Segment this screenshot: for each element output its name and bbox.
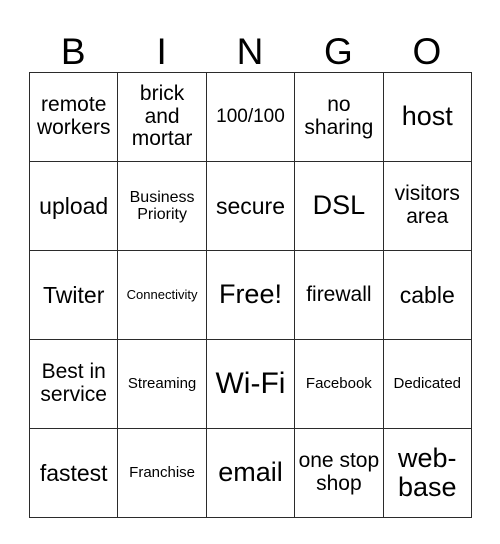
bingo-cell[interactable]: Connectivity — [117, 250, 207, 340]
bingo-cell[interactable]: DSL — [294, 161, 384, 251]
bingo-cell[interactable]: 100/100 — [205, 72, 296, 162]
bingo-cell-label: Facebook — [305, 374, 372, 392]
bingo-cell[interactable]: cable — [382, 250, 472, 340]
bingo-cell-label: web-base — [397, 442, 457, 502]
bingo-header-letter-g: G — [324, 31, 353, 72]
bingo-cell-label: Free! — [218, 279, 282, 310]
bingo-cell[interactable]: no sharing — [294, 72, 384, 162]
bingo-cell-label: DSL — [312, 190, 366, 221]
bingo-cell-label: cable — [399, 281, 455, 308]
bingo-cell[interactable]: remote workers — [28, 72, 119, 162]
bingo-cell[interactable]: secure — [205, 161, 296, 251]
bingo-card: B I N G O remote workers brick and morta… — [28, 8, 472, 518]
bingo-cell-label: remote workers — [36, 93, 111, 139]
bingo-row: upload Business Priority secure DSL visi… — [28, 161, 472, 251]
bingo-cell-label: Dedicated — [393, 374, 462, 392]
bingo-cell[interactable]: firewall — [294, 250, 384, 340]
bingo-cell[interactable]: one stop shop — [294, 428, 384, 518]
bingo-row: Best in service Streaming Wi-Fi Facebook… — [28, 339, 472, 429]
bingo-cell[interactable]: Best in service — [28, 339, 119, 429]
bingo-cell[interactable]: fastest — [28, 428, 119, 518]
bingo-row: Twiter Connectivity Free! firewall cable — [28, 250, 472, 340]
bingo-cell[interactable]: Streaming — [117, 339, 207, 429]
bingo-header-letter-i: I — [156, 31, 167, 72]
bingo-cell-free[interactable]: Free! — [205, 250, 296, 340]
bingo-cell-label: upload — [39, 192, 109, 219]
bingo-header-letter-o: O — [412, 31, 442, 72]
bingo-row: remote workers brick and mortar 100/100 … — [28, 72, 472, 162]
bingo-cell[interactable]: host — [382, 72, 472, 162]
bingo-header-letter-b: B — [60, 31, 86, 72]
bingo-row: fastest Franchise email one stop shop we… — [28, 428, 472, 518]
bingo-cell[interactable]: web-base — [382, 428, 472, 518]
bingo-cell-label: fastest — [39, 459, 108, 486]
bingo-cell-label: Connectivity — [126, 286, 198, 302]
bingo-cell-label: secure — [215, 192, 285, 219]
bingo-cell-label: Wi-Fi — [215, 366, 286, 400]
bingo-cell-label: 100/100 — [216, 105, 285, 127]
bingo-cell[interactable]: Wi-Fi — [205, 339, 296, 429]
bingo-cell-label: host — [401, 101, 453, 132]
bingo-cell[interactable]: visitors area — [382, 161, 472, 251]
bingo-cell[interactable]: Twiter — [28, 250, 119, 340]
bingo-cell-label: firewall — [306, 282, 372, 306]
bingo-cell[interactable]: brick and mortar — [117, 72, 207, 162]
bingo-cell-label: Best in service — [40, 360, 107, 406]
bingo-cell[interactable]: Dedicated — [382, 339, 472, 429]
bingo-cell-label: one stop shop — [298, 449, 380, 495]
bingo-cell-label: Franchise — [129, 463, 196, 481]
bingo-header-row: B I N G O — [29, 8, 471, 72]
bingo-header-letter-n: N — [236, 31, 264, 72]
bingo-cell-label: no sharing — [304, 93, 374, 139]
bingo-cell-label: Business Priority — [129, 188, 195, 223]
bingo-cell-label: email — [218, 457, 283, 488]
bingo-cell[interactable]: Franchise — [117, 428, 207, 518]
bingo-grid: remote workers brick and mortar 100/100 … — [28, 72, 472, 518]
bingo-cell-label: visitors area — [394, 182, 460, 228]
bingo-cell-label: Streaming — [127, 374, 197, 392]
bingo-cell[interactable]: Facebook — [294, 339, 384, 429]
bingo-cell[interactable]: upload — [28, 161, 119, 251]
bingo-cell-label: brick and mortar — [131, 81, 193, 151]
bingo-cell-label: Twiter — [43, 281, 105, 308]
bingo-cell[interactable]: email — [205, 428, 296, 518]
bingo-cell[interactable]: Business Priority — [117, 161, 207, 251]
